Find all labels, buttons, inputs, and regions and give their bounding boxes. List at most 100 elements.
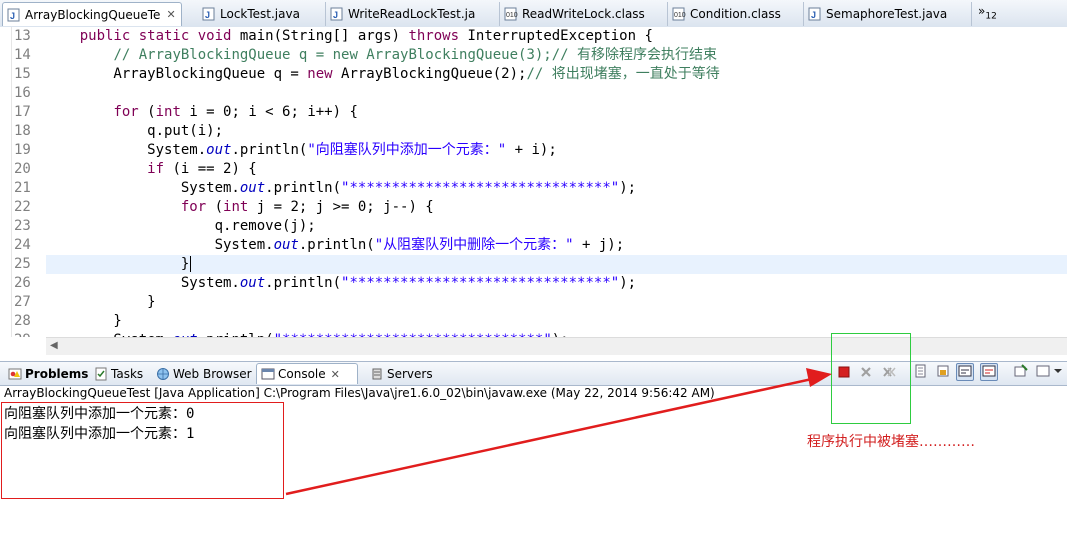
- java-file-icon: J: [808, 7, 822, 21]
- code-line[interactable]: }: [46, 293, 1067, 312]
- code-token: );: [619, 180, 637, 196]
- class-file-icon: 010: [504, 7, 518, 21]
- code-token: // 将出现堵塞，一直处于等待: [526, 66, 720, 82]
- code-line[interactable]: for (int j = 2; j >= 0; j--) {: [46, 198, 1067, 217]
- code-line[interactable]: System.out.println("从阻塞队列中删除一个元素：" + j);: [46, 236, 1067, 255]
- code-token: out: [273, 237, 299, 253]
- pin-icon: [1014, 363, 1028, 382]
- code-line[interactable]: System.out.println("********************…: [46, 179, 1067, 198]
- tab-overflow-button[interactable]: »12: [978, 4, 997, 21]
- editor-tab-label: SemaphoreTest.java: [826, 7, 948, 21]
- line-number: 20: [14, 161, 31, 177]
- editor-gutter: [0, 27, 12, 337]
- code-token: int: [223, 199, 257, 215]
- editor-tab-label: ReadWriteLock.class: [522, 7, 645, 21]
- tab-label: Console: [278, 367, 326, 381]
- code-token: main(String[] args): [239, 28, 409, 44]
- code-token: new: [307, 66, 342, 82]
- line-number: 23: [14, 218, 31, 234]
- code-token: int: [155, 104, 190, 120]
- code-line[interactable]: for (int i = 0; i < 6; i++) {: [46, 103, 1067, 122]
- code-token: if: [147, 161, 173, 177]
- code-token: }: [46, 294, 156, 310]
- line-number: 21: [14, 180, 31, 196]
- line-number: 17: [14, 104, 31, 120]
- editor-tab-readwritelock[interactable]: 010 ReadWriteLock.class: [500, 2, 668, 26]
- line-number: 27: [14, 294, 31, 310]
- code-line[interactable]: [46, 84, 1067, 103]
- code-editor[interactable]: 13 14 15 16 17 18 19 20 21 22 23 24 25 26 27 28 29 publi…: [0, 27, 1067, 337]
- tasks-icon: [94, 367, 108, 381]
- code-token: throws: [408, 28, 468, 44]
- svg-text:010: 010: [674, 12, 686, 19]
- open-console-button[interactable]: [1034, 363, 1066, 381]
- code-line[interactable]: q.put(i);: [46, 122, 1067, 141]
- line-number: 16: [14, 85, 31, 101]
- line-number: 22: [14, 199, 31, 215]
- code-line[interactable]: System.out.println("向阻塞队列中添加一个元素：" + i);: [46, 141, 1067, 160]
- editor-tab-label: Condition.class: [690, 7, 781, 21]
- tab-label: Web Browser: [173, 366, 252, 381]
- code-line[interactable]: System.out.println("********************…: [46, 274, 1067, 293]
- show-on-stdout-button[interactable]: [956, 363, 974, 381]
- line-number: 24: [14, 237, 31, 253]
- horizontal-scrollbar[interactable]: ◀: [46, 337, 1067, 355]
- line-numbers: 13 14 15 16 17 18 19 20 21 22 23 24 25 26 27 28 29: [14, 27, 44, 337]
- code-token: }: [46, 313, 122, 329]
- editor-tab-arrayblockingqueuetest[interactable]: J ArrayBlockingQueueTe ✕: [2, 2, 182, 26]
- scroll-left-icon[interactable]: ◀: [50, 340, 58, 351]
- scroll-lock-button[interactable]: [934, 363, 952, 381]
- svg-text:J: J: [333, 10, 338, 20]
- code-token: i = 0; i < 6; i++) {: [189, 104, 358, 120]
- editor-tab-bar: J ArrayBlockingQueueTe ✕ J LockTest.java…: [0, 0, 1067, 28]
- code-token: ArrayBlockingQueue(2);: [341, 66, 527, 82]
- code-token: public static void: [79, 28, 240, 44]
- code-line[interactable]: // ArrayBlockingQueue q = new ArrayBlock…: [46, 46, 1067, 65]
- console-stdout-icon: [958, 363, 972, 382]
- clear-console-button[interactable]: [912, 363, 930, 381]
- code-line[interactable]: q.remove(j);: [46, 217, 1067, 236]
- editor-tab-condition[interactable]: 010 Condition.class: [668, 2, 804, 26]
- tab-web-browser[interactable]: Web Browser: [152, 363, 256, 384]
- tab-servers[interactable]: Servers: [366, 363, 437, 384]
- code-area[interactable]: public static void main(String[] args) t…: [46, 27, 1067, 337]
- code-token: );: [619, 275, 637, 291]
- code-line[interactable]: if (i == 2) {: [46, 160, 1067, 179]
- show-on-stderr-button[interactable]: [980, 363, 998, 381]
- code-token: InterruptedException {: [467, 28, 653, 44]
- java-file-icon: J: [330, 7, 344, 21]
- class-file-icon: 010: [672, 7, 686, 21]
- code-token: "从阻塞队列中删除一个元素：": [374, 237, 574, 253]
- code-token: .println(: [298, 237, 375, 253]
- editor-tab-writereadlocktest[interactable]: J WriteReadLockTest.ja: [326, 2, 500, 26]
- editor-tab-label: LockTest.java: [220, 7, 300, 21]
- close-icon[interactable]: ✕: [166, 8, 175, 21]
- tab-tasks[interactable]: Tasks: [90, 363, 147, 384]
- line-number: 14: [14, 47, 31, 63]
- svg-text:J: J: [10, 11, 15, 21]
- code-line[interactable]: }: [46, 312, 1067, 331]
- code-token: for: [180, 199, 215, 215]
- svg-text:J: J: [811, 10, 816, 20]
- line-number: 15: [14, 66, 31, 82]
- code-line[interactable]: }: [46, 255, 1067, 274]
- close-icon[interactable]: ✕: [331, 368, 340, 381]
- pin-console-button[interactable]: [1012, 363, 1030, 381]
- console-stderr-icon: [982, 363, 996, 382]
- code-token: q.remove(j);: [46, 218, 316, 234]
- tab-console[interactable]: Console ✕: [256, 363, 358, 384]
- tab-label: Problems: [25, 366, 89, 381]
- code-line[interactable]: ArrayBlockingQueue q = new ArrayBlocking…: [46, 65, 1067, 84]
- tab-problems[interactable]: Problems: [4, 363, 92, 384]
- editor-tab-locktest[interactable]: J LockTest.java: [198, 2, 326, 26]
- code-line[interactable]: public static void main(String[] args) t…: [46, 27, 1067, 46]
- console-icon: [261, 367, 275, 381]
- java-file-icon: J: [202, 7, 216, 21]
- line-number: 25: [14, 256, 31, 272]
- editor-tab-semaphoretest[interactable]: J SemaphoreTest.java: [804, 2, 972, 26]
- tab-label: Servers: [387, 366, 433, 381]
